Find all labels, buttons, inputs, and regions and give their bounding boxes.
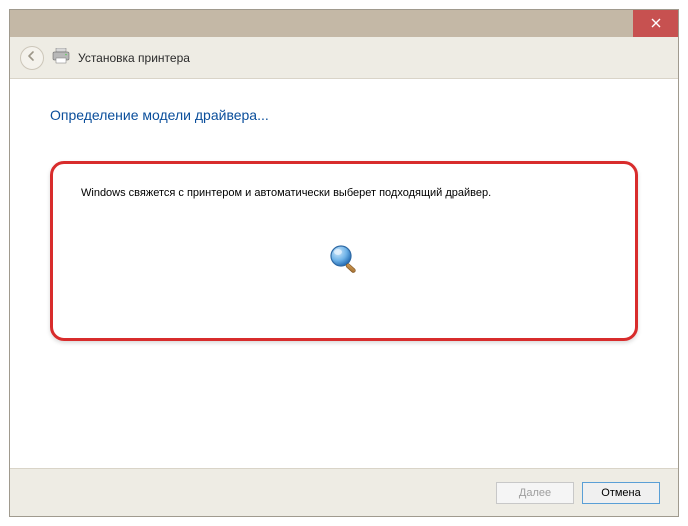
window-frame: Установка принтера Определение модели др…	[9, 9, 679, 517]
close-button[interactable]	[633, 10, 678, 37]
back-arrow-icon	[26, 50, 38, 65]
printer-icon	[52, 48, 70, 67]
search-progress-icon-wrap	[81, 243, 607, 278]
cancel-button[interactable]: Отмена	[582, 482, 660, 504]
content-area: Определение модели драйвера... Windows с…	[10, 79, 678, 341]
page-heading: Определение модели драйвера...	[50, 107, 638, 123]
next-button: Далее	[496, 482, 574, 504]
back-button[interactable]	[20, 46, 44, 70]
close-icon	[651, 17, 661, 31]
magnifier-search-icon	[327, 243, 361, 278]
next-button-label: Далее	[519, 487, 551, 499]
highlight-annotation-box: Windows свяжется с принтером и автоматич…	[50, 161, 638, 341]
cancel-button-label: Отмена	[601, 487, 640, 499]
header-band: Установка принтера	[10, 37, 678, 79]
footer-band: Далее Отмена	[10, 468, 678, 516]
status-text: Windows свяжется с принтером и автоматич…	[81, 186, 501, 201]
title-bar	[10, 10, 678, 37]
window-title: Установка принтера	[78, 51, 190, 65]
